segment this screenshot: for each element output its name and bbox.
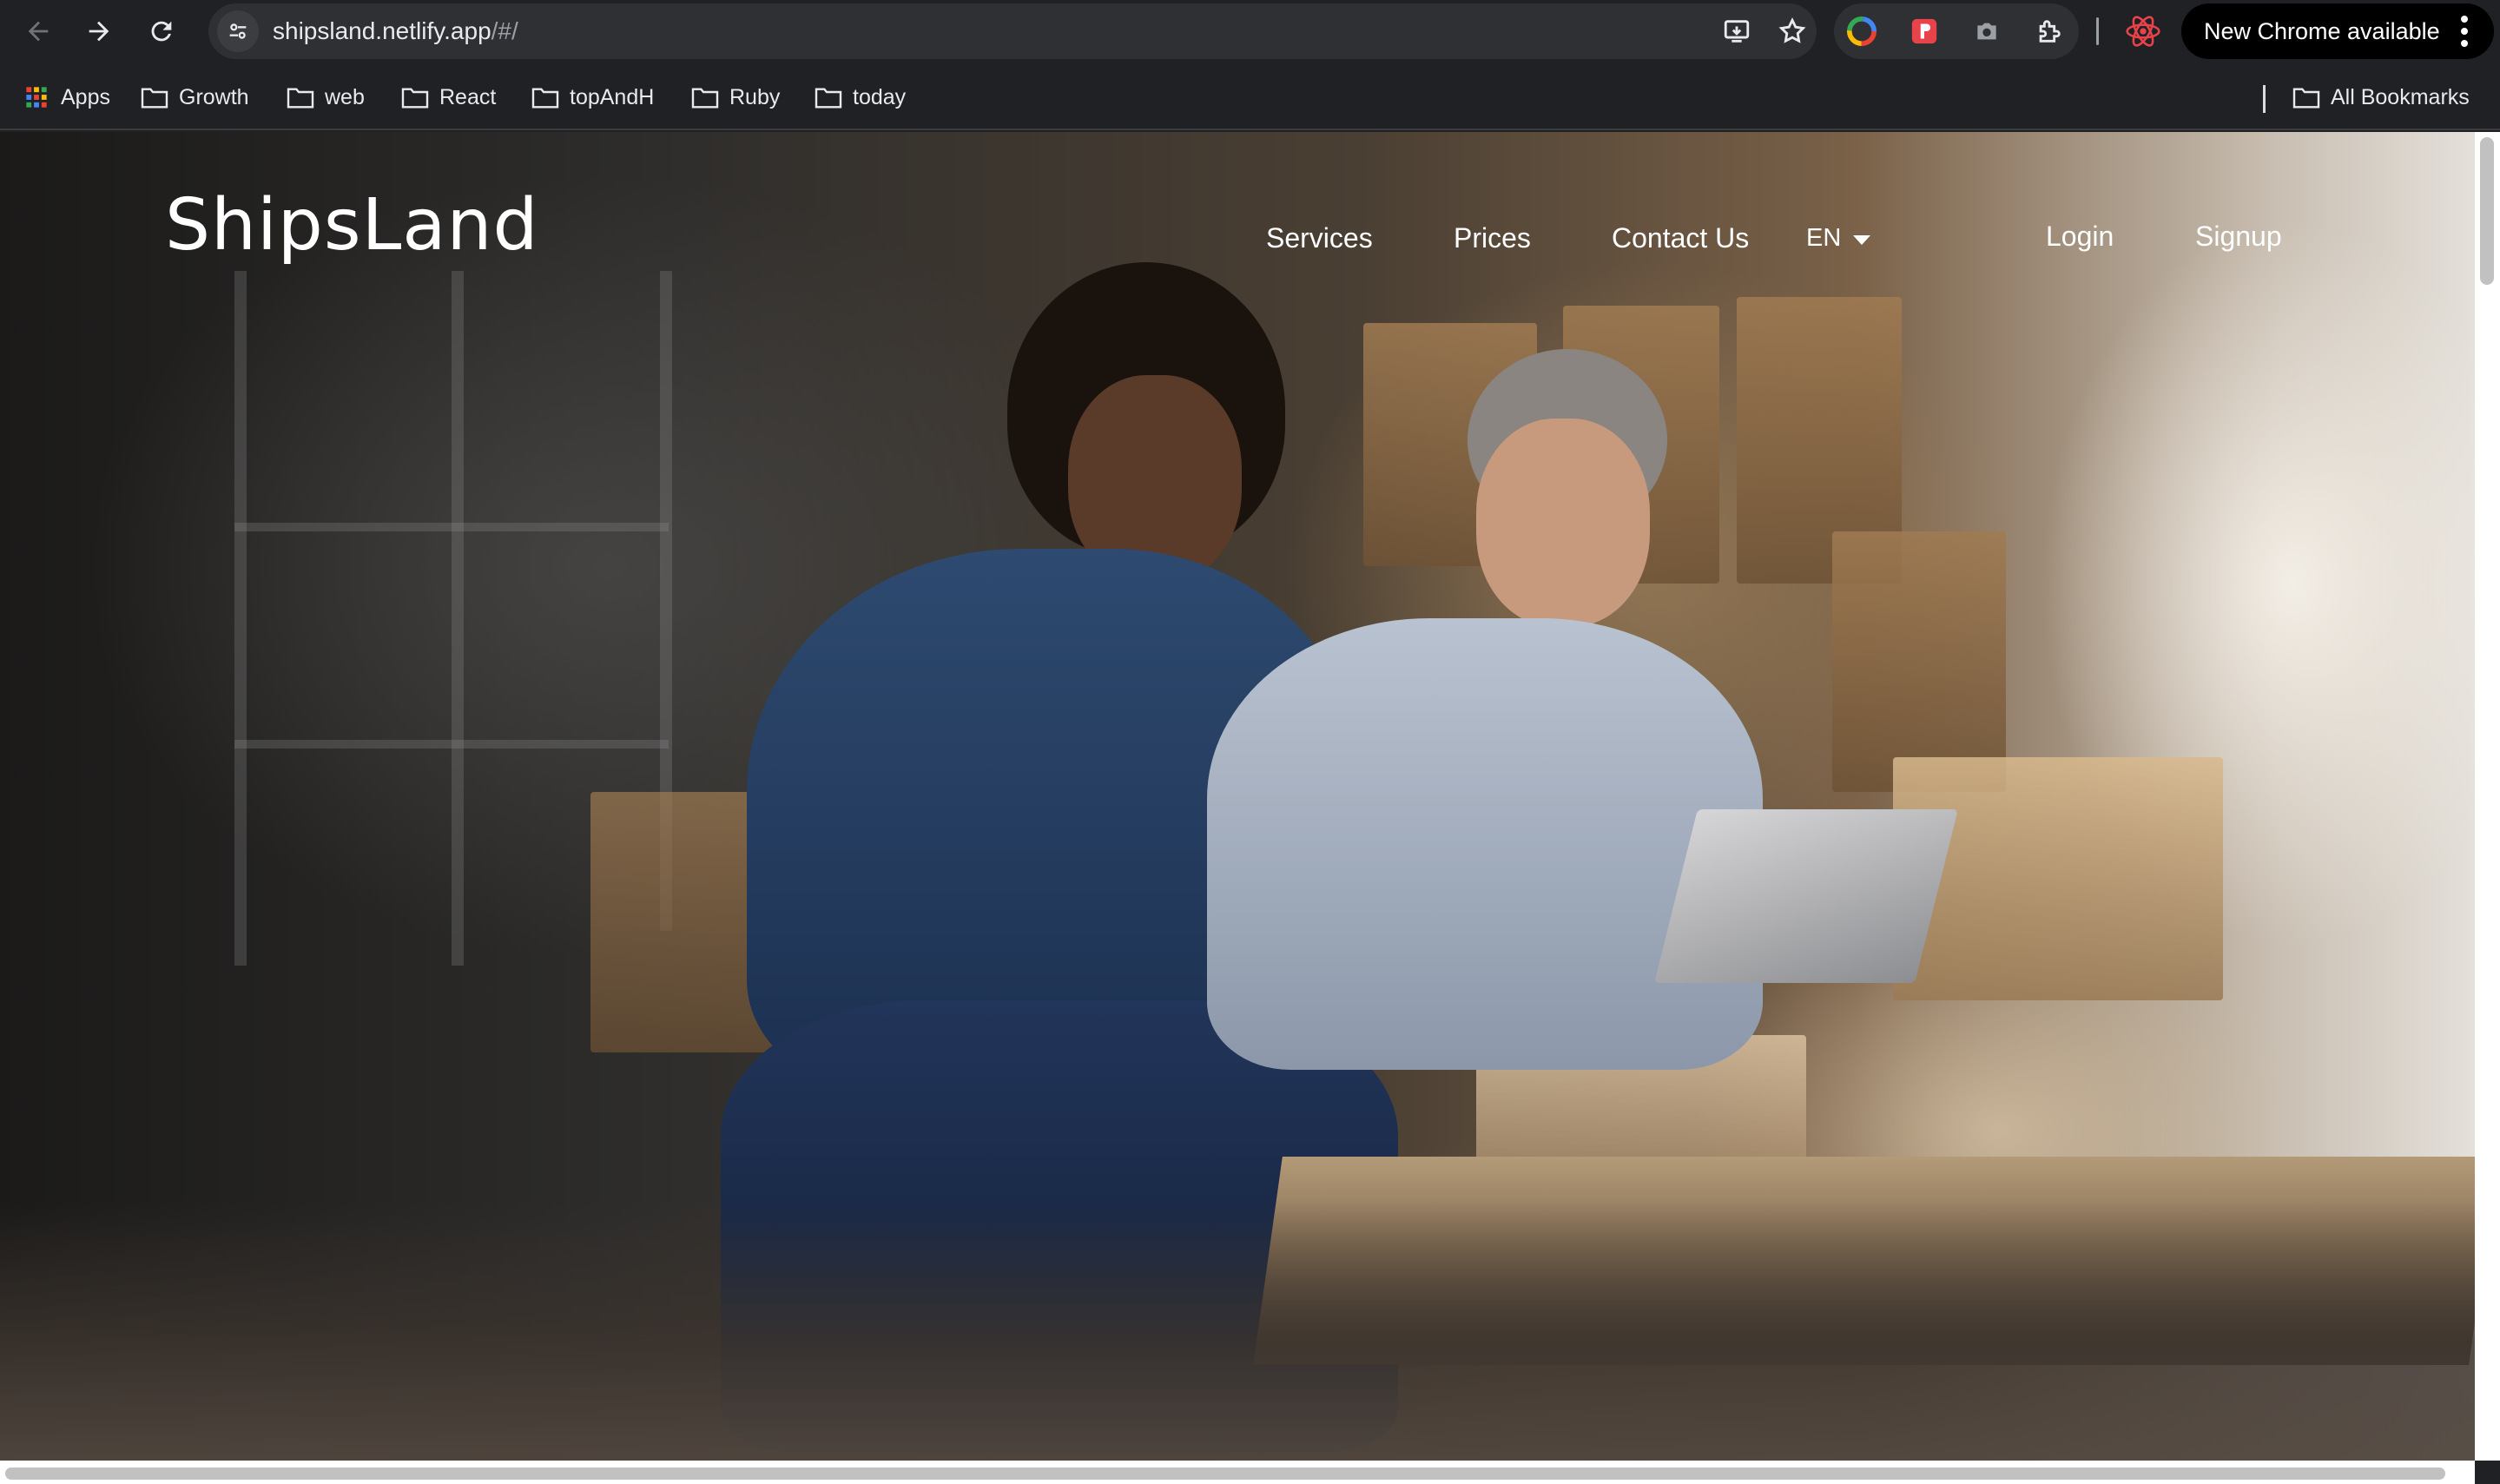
install-app-icon [1724, 20, 1750, 43]
folder-icon [141, 88, 168, 109]
site-logo[interactable]: ShipsLand [165, 184, 539, 267]
bookmark-folder-today[interactable]: today [815, 83, 906, 111]
site-settings-button[interactable] [217, 10, 259, 52]
bookmark-label: Ruby [729, 84, 781, 109]
all-bookmarks-button[interactable]: All Bookmarks [2292, 83, 2470, 111]
bookmark-folder-web[interactable]: web [287, 83, 365, 111]
signup-link[interactable]: Signup [2195, 217, 2282, 255]
extensions-puzzle-icon [2039, 20, 2061, 43]
extensions-button[interactable] [2034, 16, 2065, 47]
horizontal-scrollbar[interactable] [0, 1461, 2475, 1484]
address-bar[interactable]: shipsland.netlify.app/#/ [208, 3, 1817, 59]
url-path: /#/ [491, 17, 518, 44]
folder-icon [691, 88, 719, 109]
camera-extension[interactable] [1971, 16, 2002, 47]
bookmark-label: Growth [179, 84, 249, 109]
folder-icon [2292, 88, 2320, 109]
url-text[interactable]: shipsland.netlify.app/#/ [273, 17, 518, 45]
folder-icon [287, 88, 314, 109]
update-label: New Chrome available [2204, 17, 2440, 44]
caret-down-icon [1853, 234, 1871, 245]
color-picker-extension[interactable] [1846, 16, 1877, 47]
install-app-button[interactable] [1719, 14, 1754, 49]
bookmark-label: today [853, 84, 907, 109]
toolbar-divider [2096, 17, 2099, 45]
folder-icon [531, 88, 559, 109]
bookmark-apps[interactable]: Apps [23, 83, 110, 111]
page-viewport: ShipsLand Services Prices Contact Us EN … [0, 132, 2475, 1461]
bookmark-folder-react[interactable]: React [401, 83, 496, 111]
red-extension[interactable] [1909, 16, 1940, 47]
new-chrome-available-button[interactable]: New Chrome available [2181, 3, 2494, 59]
forward-button[interactable] [76, 9, 122, 54]
bookmark-label: topAndH [570, 84, 655, 109]
bookmark-label: web [325, 84, 365, 109]
hero-background-image [0, 132, 2475, 1461]
folder-icon [815, 88, 842, 109]
site-settings-icon [229, 23, 247, 39]
back-arrow-icon [28, 21, 49, 42]
react-devtools-extension[interactable] [2124, 12, 2162, 50]
url-host: shipsland.netlify.app [273, 17, 491, 44]
bookmark-star-icon [1778, 16, 1806, 43]
folder-icon [401, 88, 429, 109]
bookmarks-divider [2263, 85, 2266, 113]
language-value: EN [1806, 223, 1842, 252]
bookmark-folder-growth[interactable]: Growth [141, 83, 249, 111]
forward-arrow-icon [89, 21, 109, 42]
extensions-group [1834, 3, 2079, 59]
bookmark-star-button[interactable] [1775, 14, 1810, 49]
vertical-scrollbar[interactable] [2475, 132, 2500, 1461]
more-menu-icon[interactable] [2461, 16, 2468, 47]
bookmarks-bar: Apps Growth web React topAndH Ruby today… [0, 63, 2500, 130]
reload-button[interactable] [139, 9, 184, 54]
login-link[interactable]: Login [2046, 217, 2114, 255]
bookmark-label: Apps [61, 84, 110, 109]
bookmark-folder-ruby[interactable]: Ruby [691, 83, 780, 111]
nav-link-prices[interactable]: Prices [1454, 219, 1531, 257]
horizontal-scroll-thumb[interactable] [5, 1468, 2445, 1480]
reload-icon [151, 21, 172, 42]
language-selector[interactable]: EN [1806, 219, 1871, 257]
back-button[interactable] [16, 9, 61, 54]
bookmark-label: React [439, 84, 497, 109]
color-picker-extension-icon [1847, 16, 1877, 46]
react-devtools-icon [2126, 16, 2160, 47]
nav-link-services[interactable]: Services [1266, 219, 1373, 257]
camera-extension-icon [1977, 23, 1996, 40]
browser-toolbar: shipsland.netlify.app/#/ New Chrome avai… [0, 0, 2500, 63]
apps-grid-icon [26, 87, 47, 108]
red-extension-icon [1911, 18, 1937, 44]
vertical-scroll-thumb[interactable] [2480, 137, 2494, 285]
nav-link-contact-us[interactable]: Contact Us [1612, 219, 1749, 257]
all-bookmarks-label: All Bookmarks [2331, 84, 2470, 109]
bookmark-folder-topandh[interactable]: topAndH [531, 83, 654, 111]
